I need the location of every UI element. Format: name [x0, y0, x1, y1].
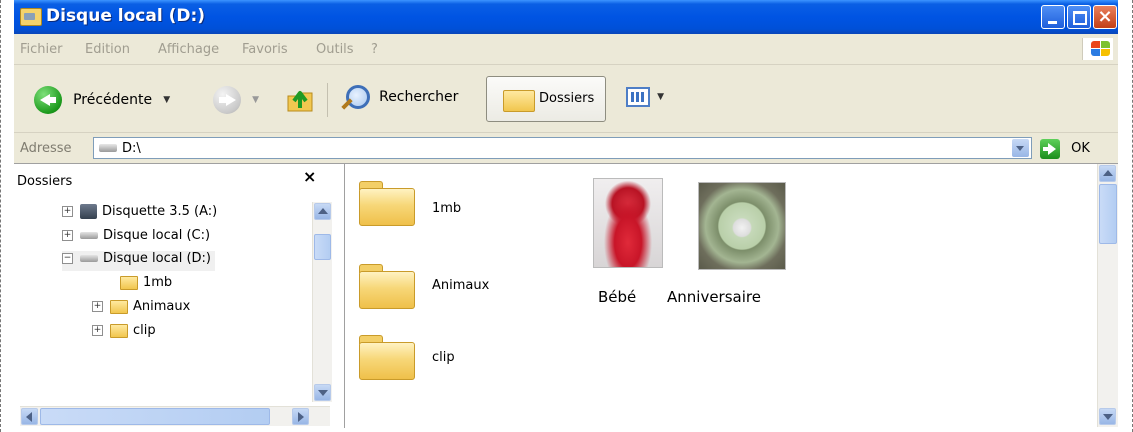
collapse-icon[interactable]: − — [62, 253, 73, 264]
folder-name-animaux[interactable]: Animaux — [432, 278, 489, 293]
menu-bar: Fichier Edition Affichage Favoris Outils… — [14, 34, 1118, 65]
folders-icon — [503, 90, 535, 112]
folder-icon — [120, 275, 138, 290]
expand-icon[interactable]: + — [62, 230, 73, 241]
window-title: Disque local (D:) — [46, 6, 206, 26]
scroll-right-icon[interactable] — [292, 408, 309, 425]
menu-affichage[interactable]: Affichage — [158, 42, 219, 57]
folder-icon[interactable] — [359, 335, 415, 380]
title-bar[interactable]: Disque local (D:) × — [14, 0, 1118, 34]
scroll-left-icon[interactable] — [21, 408, 38, 425]
tree-item-1mb[interactable]: 1mb — [120, 275, 172, 295]
image-thumbnail-baby[interactable] — [593, 178, 663, 268]
menu-help[interactable]: ? — [371, 42, 378, 57]
tree-horizontal-scrollbar[interactable] — [20, 406, 330, 426]
tree-item-disk-c[interactable]: + Disque local (C:) — [62, 228, 210, 248]
tree-item-label: Animaux — [133, 299, 191, 314]
folders-pane-header: Dossiers × — [14, 164, 344, 190]
address-dropdown-icon[interactable] — [1012, 139, 1029, 157]
folders-pane-title: Dossiers — [17, 174, 73, 189]
forward-dropdown-icon[interactable]: ▼ — [252, 95, 259, 105]
scroll-down-icon[interactable] — [314, 384, 331, 401]
folder-icon[interactable] — [359, 181, 415, 226]
image-name-bebe[interactable]: Bébé — [598, 288, 636, 306]
views-button[interactable]: ▼ — [626, 86, 664, 107]
back-arrow-icon — [34, 86, 62, 114]
folder-icon — [110, 323, 128, 338]
tree-item-clip[interactable]: + clip — [92, 323, 156, 343]
address-label: Adresse — [20, 141, 72, 156]
search-label: Rechercher — [379, 89, 459, 105]
folders-button[interactable]: Dossiers — [486, 76, 606, 122]
folder-icon — [110, 299, 128, 314]
menu-edition[interactable]: Edition — [85, 42, 130, 57]
tree-item-floppy[interactable]: + Disquette 3.5 (A:) — [62, 204, 217, 224]
menu-favoris[interactable]: Favoris — [242, 42, 288, 57]
menu-outils[interactable]: Outils — [316, 42, 354, 57]
drive-icon — [99, 144, 117, 152]
folder-name-clip[interactable]: clip — [432, 350, 455, 365]
search-button[interactable]: Rechercher — [340, 83, 458, 117]
windows-logo-icon — [1082, 38, 1113, 60]
back-label: Précédente — [73, 92, 153, 108]
address-bar: Adresse D:\ OK — [14, 133, 1118, 163]
back-button[interactable]: Précédente ▼ — [34, 86, 170, 114]
drive-icon — [80, 255, 98, 262]
views-dropdown-icon[interactable]: ▼ — [657, 92, 664, 102]
close-pane-icon[interactable]: × — [303, 167, 316, 186]
scroll-down-icon[interactable] — [1099, 408, 1116, 425]
tree-item-label: clip — [133, 323, 156, 338]
maximize-button[interactable] — [1067, 5, 1091, 29]
go-button[interactable]: OK — [1040, 138, 1090, 159]
folder-drive-icon — [20, 8, 42, 26]
go-label: OK — [1071, 141, 1090, 156]
scroll-thumb[interactable] — [40, 408, 270, 425]
go-arrow-icon — [1040, 138, 1060, 159]
folder-name-1mb[interactable]: 1mb — [432, 201, 461, 216]
tree-item-animaux[interactable]: + Animaux — [92, 299, 190, 319]
tree-vertical-scrollbar[interactable] — [312, 202, 332, 402]
folders-label: Dossiers — [539, 91, 595, 106]
views-icon — [626, 86, 650, 107]
forward-arrow-icon — [213, 86, 241, 114]
menu-fichier[interactable]: Fichier — [20, 42, 63, 57]
drive-icon — [80, 232, 98, 239]
tree-item-label: Disquette 3.5 (A:) — [102, 204, 218, 219]
expand-icon[interactable]: + — [62, 206, 73, 217]
toolbar: Précédente ▼ ▼ Rechercher Dossiers ▼ — [14, 65, 1118, 133]
file-list-pane: 1mb Animaux clip Bébé Anniversaire — [345, 163, 1118, 428]
tree-item-label: 1mb — [143, 275, 173, 290]
toolbar-separator — [327, 83, 328, 117]
minimize-button[interactable] — [1041, 5, 1065, 29]
folder-icon[interactable] — [359, 264, 415, 309]
tree-item-label: Disque local (D:) — [103, 251, 211, 266]
tree-item-label: Disque local (C:) — [103, 228, 211, 243]
explorer-window: Disque local (D:) × Fichier Edition Affi… — [14, 0, 1118, 428]
folders-pane: Dossiers × + Disquette 3.5 (A:) + Disque l… — [14, 163, 345, 428]
scroll-thumb[interactable] — [314, 234, 331, 260]
content-vertical-scrollbar[interactable] — [1097, 164, 1118, 427]
search-icon — [340, 83, 370, 111]
folder-up-icon[interactable] — [285, 84, 315, 114]
close-button[interactable]: × — [1093, 5, 1117, 29]
floppy-icon — [80, 204, 97, 219]
tree-item-disk-d[interactable]: − Disque local (D:) — [62, 251, 215, 271]
scroll-thumb[interactable] — [1099, 184, 1117, 244]
address-input[interactable]: D:\ — [93, 137, 1032, 159]
page-frame-left — [0, 0, 4, 432]
forward-button[interactable]: ▼ — [213, 86, 259, 114]
scroll-up-icon[interactable] — [314, 203, 331, 220]
page-frame-right — [1129, 0, 1133, 432]
scroll-up-icon[interactable] — [1099, 165, 1116, 182]
image-name-anniversaire[interactable]: Anniversaire — [667, 288, 761, 306]
address-value: D:\ — [122, 141, 141, 156]
back-dropdown-icon[interactable]: ▼ — [163, 95, 170, 105]
image-thumbnail-cake[interactable] — [698, 182, 786, 270]
expand-icon[interactable]: + — [92, 325, 103, 336]
expand-icon[interactable]: + — [92, 301, 103, 312]
